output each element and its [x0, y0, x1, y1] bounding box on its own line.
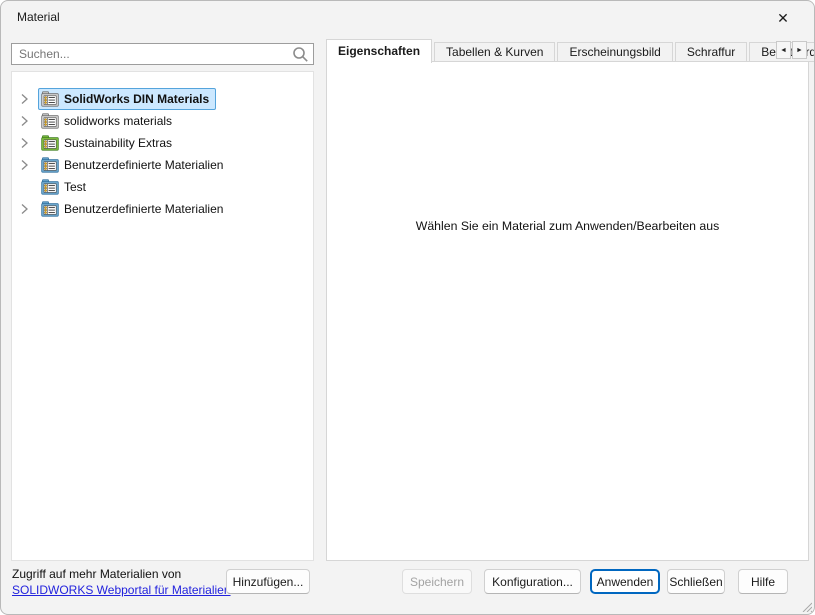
properties-tab-panel: Wählen Sie ein Material zum Anwenden/Bea… [326, 61, 809, 561]
tree-item-solidworks-din-materials[interactable]: SolidWorks DIN Materials [12, 88, 313, 110]
configuration-button[interactable]: Konfiguration... [484, 569, 581, 594]
tab-strip: Eigenschaften Tabellen & Kurven Erschein… [326, 39, 815, 62]
material-library-icon [41, 179, 59, 195]
chevron-right-icon[interactable] [19, 115, 31, 127]
tree-item-test[interactable]: Test [12, 176, 313, 198]
tree-item-sustainability-extras[interactable]: Sustainability Extras [12, 132, 313, 154]
tree-item-label: SolidWorks DIN Materials [64, 88, 209, 110]
save-button[interactable]: Speichern [402, 569, 472, 594]
chevron-right-icon[interactable] [19, 159, 31, 171]
chevron-right-icon[interactable] [19, 137, 31, 149]
tab-eigenschaften[interactable]: Eigenschaften [326, 39, 432, 63]
tab-scroll-buttons: ◄ ► [776, 41, 807, 59]
tab-schraffur[interactable]: Schraffur [675, 42, 747, 62]
material-library-icon [41, 113, 59, 129]
close-icon[interactable]: ✕ [768, 5, 798, 31]
tab-erscheinungsbild[interactable]: Erscheinungsbild [557, 42, 672, 62]
webportal-link[interactable]: SOLIDWORKS Webportal für Materialien [12, 583, 231, 597]
material-library-icon [41, 91, 59, 107]
tree-item-label: Sustainability Extras [64, 132, 172, 154]
select-material-message: Wählen Sie ein Material zum Anwenden/Bea… [327, 219, 808, 233]
more-materials-text: Zugriff auf mehr Materialien von [12, 567, 181, 581]
material-tree: SolidWorks DIN Materials solidworks mate… [11, 71, 314, 561]
search-box [11, 43, 314, 65]
search-icon [292, 46, 309, 63]
material-library-icon [41, 201, 59, 217]
title-bar[interactable]: Material ✕ [1, 1, 814, 33]
dialog-title: Material [17, 10, 60, 24]
tab-scroll-left-button[interactable]: ◄ [776, 41, 791, 59]
material-library-icon [41, 135, 59, 151]
material-library-icon [41, 157, 59, 173]
close-button[interactable]: Schließen [667, 569, 725, 594]
apply-button[interactable]: Anwenden [590, 569, 660, 594]
tree-item-solidworks-materials[interactable]: solidworks materials [12, 110, 313, 132]
tree-item-label: Benutzerdefinierte Materialien [64, 154, 223, 176]
add-button[interactable]: Hinzufügen... [226, 569, 310, 594]
tree-item-benutzerdefinierte-materialien-2[interactable]: Benutzerdefinierte Materialien [12, 198, 313, 220]
search-input[interactable] [12, 44, 313, 64]
tree-item-label: solidworks materials [64, 110, 172, 132]
resize-grip-icon[interactable] [798, 598, 812, 612]
chevron-right-icon[interactable] [19, 203, 31, 215]
tree-item-label: Test [64, 176, 86, 198]
chevron-right-icon[interactable] [19, 93, 31, 105]
material-dialog: Material ✕ SolidWorks DIN Materials [0, 0, 815, 615]
tree-item-label: Benutzerdefinierte Materialien [64, 198, 223, 220]
tree-item-benutzerdefinierte-materialien-1[interactable]: Benutzerdefinierte Materialien [12, 154, 313, 176]
tab-scroll-right-button[interactable]: ► [792, 41, 807, 59]
tab-tabellen-kurven[interactable]: Tabellen & Kurven [434, 42, 555, 62]
help-button[interactable]: Hilfe [738, 569, 788, 594]
